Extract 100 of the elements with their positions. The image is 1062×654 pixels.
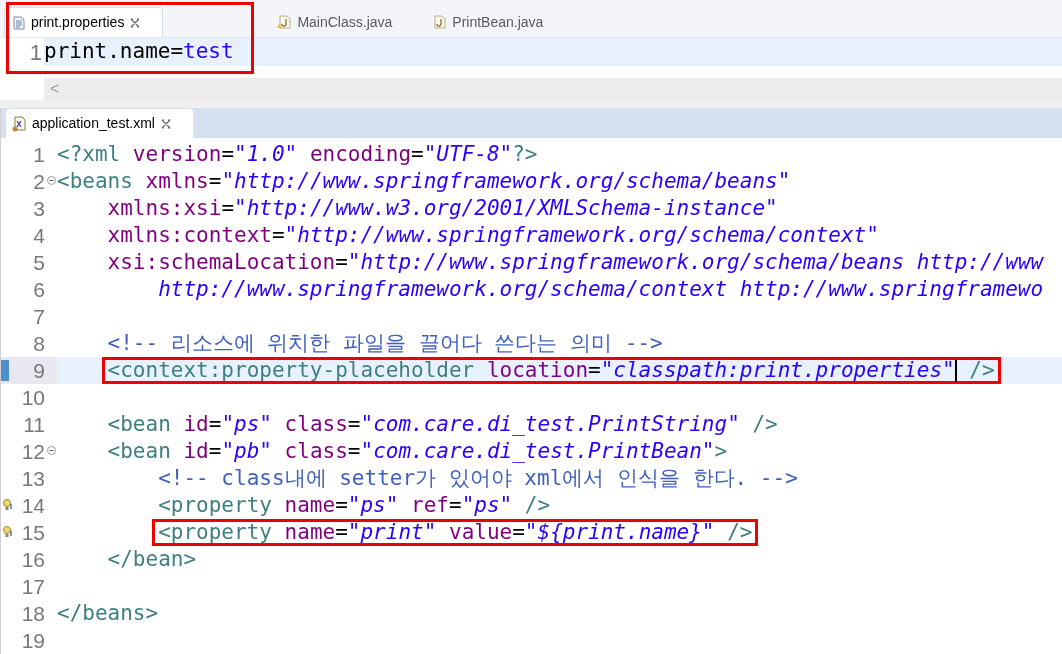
code-token: id xyxy=(182,410,209,438)
editor-tab[interactable]: application_test.xml xyxy=(5,108,194,138)
line-number: 1 xyxy=(33,141,45,168)
line-number: 4 xyxy=(33,222,45,249)
code-token: = xyxy=(512,518,525,546)
code-token: xmlns:context xyxy=(106,221,272,249)
code-token: = xyxy=(588,356,601,384)
line-number: 16 xyxy=(21,546,45,573)
code-token: "ps" xyxy=(347,491,399,519)
code-token: class xyxy=(283,437,348,465)
tab-label: print.properties xyxy=(31,13,125,32)
code-token: "http://www.w3.org/2001/XMLSchema-instance" xyxy=(234,194,778,222)
code-token: "1.0" xyxy=(234,140,298,168)
code-token: "${print.name}" xyxy=(524,518,715,546)
editor-tab[interactable]: print.properties xyxy=(4,7,164,37)
code-token: = xyxy=(221,140,235,168)
close-icon[interactable] xyxy=(160,118,171,129)
code-token: xsi:schemaLocation xyxy=(106,248,336,276)
line-number: 17 xyxy=(21,573,45,600)
code-token: encoding xyxy=(308,140,412,168)
code-token: /> xyxy=(523,491,551,519)
close-icon[interactable] xyxy=(130,17,141,28)
line-number: 3 xyxy=(33,195,45,222)
code-token: = xyxy=(221,194,235,222)
code-token: ref xyxy=(410,491,449,519)
code-token: "print" xyxy=(347,518,437,546)
tab-label: application_test.xml xyxy=(32,114,155,133)
code-token: > xyxy=(714,437,728,465)
line-number: 10 xyxy=(21,384,45,411)
code-token: ?> xyxy=(512,140,538,168)
editor-tab[interactable]: PrintBean.java xyxy=(426,7,566,37)
code-token: "ps" xyxy=(221,410,272,438)
code-token: class xyxy=(283,410,348,438)
code-token: "com.care.di_test.PrintString" xyxy=(360,410,740,438)
line-number: 14 xyxy=(21,492,45,519)
editor-tab[interactable]: MainClass.java xyxy=(271,7,415,37)
line-number: 13 xyxy=(21,465,45,492)
code-token: </beans> xyxy=(57,599,159,627)
code-token: "http://www.springframework.org/schema/beans" xyxy=(221,167,791,195)
tab-label: PrintBean.java xyxy=(452,12,544,32)
code-token: <bean xyxy=(106,437,171,465)
line-number: 12 xyxy=(21,438,45,465)
code-token: <?xml xyxy=(57,140,121,168)
code-token: = xyxy=(448,491,462,519)
line-number: 11 xyxy=(23,411,45,438)
code-token: <property xyxy=(157,491,272,519)
text-file-icon xyxy=(11,15,25,30)
code-token: id xyxy=(182,437,209,465)
code-token: <!-- 리소스에 위치한 파일을 끌어다 쓴다는 의미 --> xyxy=(106,329,663,357)
code-token: = xyxy=(271,221,285,249)
code-token: "ps" xyxy=(461,491,513,519)
line-number: 1 xyxy=(28,38,43,67)
code-token: /> xyxy=(751,410,778,438)
line-number: 15 xyxy=(21,519,45,546)
code-token: "http://www.springframework.org/schema/beans http://www xyxy=(347,248,1044,276)
collapse-icon[interactable] xyxy=(47,176,56,185)
line-number: 7 xyxy=(33,303,45,330)
code-token: xmlns:xsi xyxy=(106,194,222,222)
code-token: "classpath:print.properties" xyxy=(600,356,955,384)
code-token: "com.care.di_test.PrintBean" xyxy=(360,437,715,465)
code-token: "http://www.springframework.org/schema/context" xyxy=(284,221,879,249)
java-file-icon xyxy=(432,15,447,29)
code-token: <property xyxy=(158,518,272,546)
code-token: = xyxy=(208,410,222,438)
code-token: = xyxy=(347,437,361,465)
line-number: 8 xyxy=(33,330,45,357)
tab-label: MainClass.java xyxy=(297,12,393,32)
code-token: version xyxy=(131,140,222,168)
line-number: 19 xyxy=(21,627,45,654)
code-token: "pb" xyxy=(221,437,272,465)
code-token: "UTF-8" xyxy=(423,140,513,168)
line-number: 5 xyxy=(33,249,45,276)
code-token: <bean xyxy=(106,410,171,438)
code-token: http://www.springframework.org/schema/context http://www.springframewo xyxy=(157,275,1044,303)
code-token: = xyxy=(347,410,361,438)
code-token: value xyxy=(448,518,513,546)
java-file-icon xyxy=(277,15,292,29)
lightbulb-icon[interactable] xyxy=(3,498,13,512)
collapse-icon[interactable] xyxy=(47,446,56,455)
code-token: print.name= xyxy=(44,38,184,66)
code-token: name xyxy=(283,491,336,519)
line-number: 2 xyxy=(33,168,45,195)
code-token: location xyxy=(485,356,589,384)
code-token: = xyxy=(335,248,348,276)
xml-file-icon xyxy=(12,115,26,132)
line-number: 18 xyxy=(21,600,45,627)
code-token: test xyxy=(183,38,234,66)
line-number: 9 xyxy=(33,357,45,384)
code-token: xmlns xyxy=(144,167,209,195)
code-token: = xyxy=(208,167,222,195)
code-token: </bean> xyxy=(106,545,197,573)
code-token: /> xyxy=(726,518,753,546)
code-token: <context:property-placeholder xyxy=(107,356,475,384)
code-token: name xyxy=(283,518,336,546)
code-token: = xyxy=(335,491,348,519)
code-token: <beans xyxy=(57,167,133,195)
code-token: = xyxy=(208,437,222,465)
line-number: 6 xyxy=(33,276,45,303)
code-token: <!-- class내에 setter가 있어야 xml에서 인식을 한다. --> xyxy=(157,464,798,492)
lightbulb-icon[interactable] xyxy=(3,525,13,539)
